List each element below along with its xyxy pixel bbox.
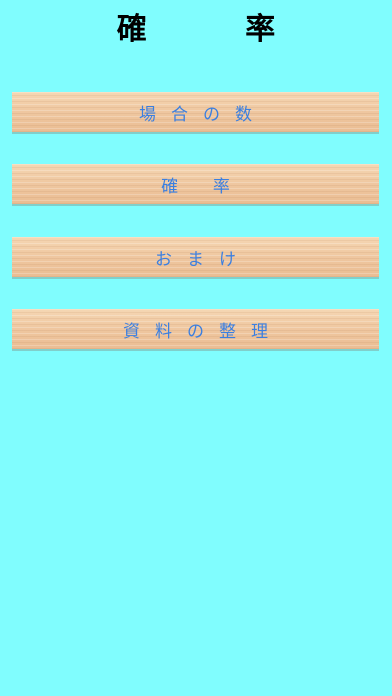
probability-button[interactable]: 確 率 <box>12 164 379 204</box>
extras-button-label: おまけ <box>155 249 251 269</box>
combinations-button-label: 場合の数 <box>139 104 267 124</box>
extras-button[interactable]: おまけ <box>12 237 379 277</box>
page-title: 確 率 <box>116 12 320 47</box>
data-organization-button-label: 資料の整理 <box>123 321 283 341</box>
probability-button-label: 確 率 <box>161 176 245 196</box>
data-organization-button[interactable]: 資料の整理 <box>12 309 379 349</box>
combinations-button[interactable]: 場合の数 <box>12 92 379 132</box>
